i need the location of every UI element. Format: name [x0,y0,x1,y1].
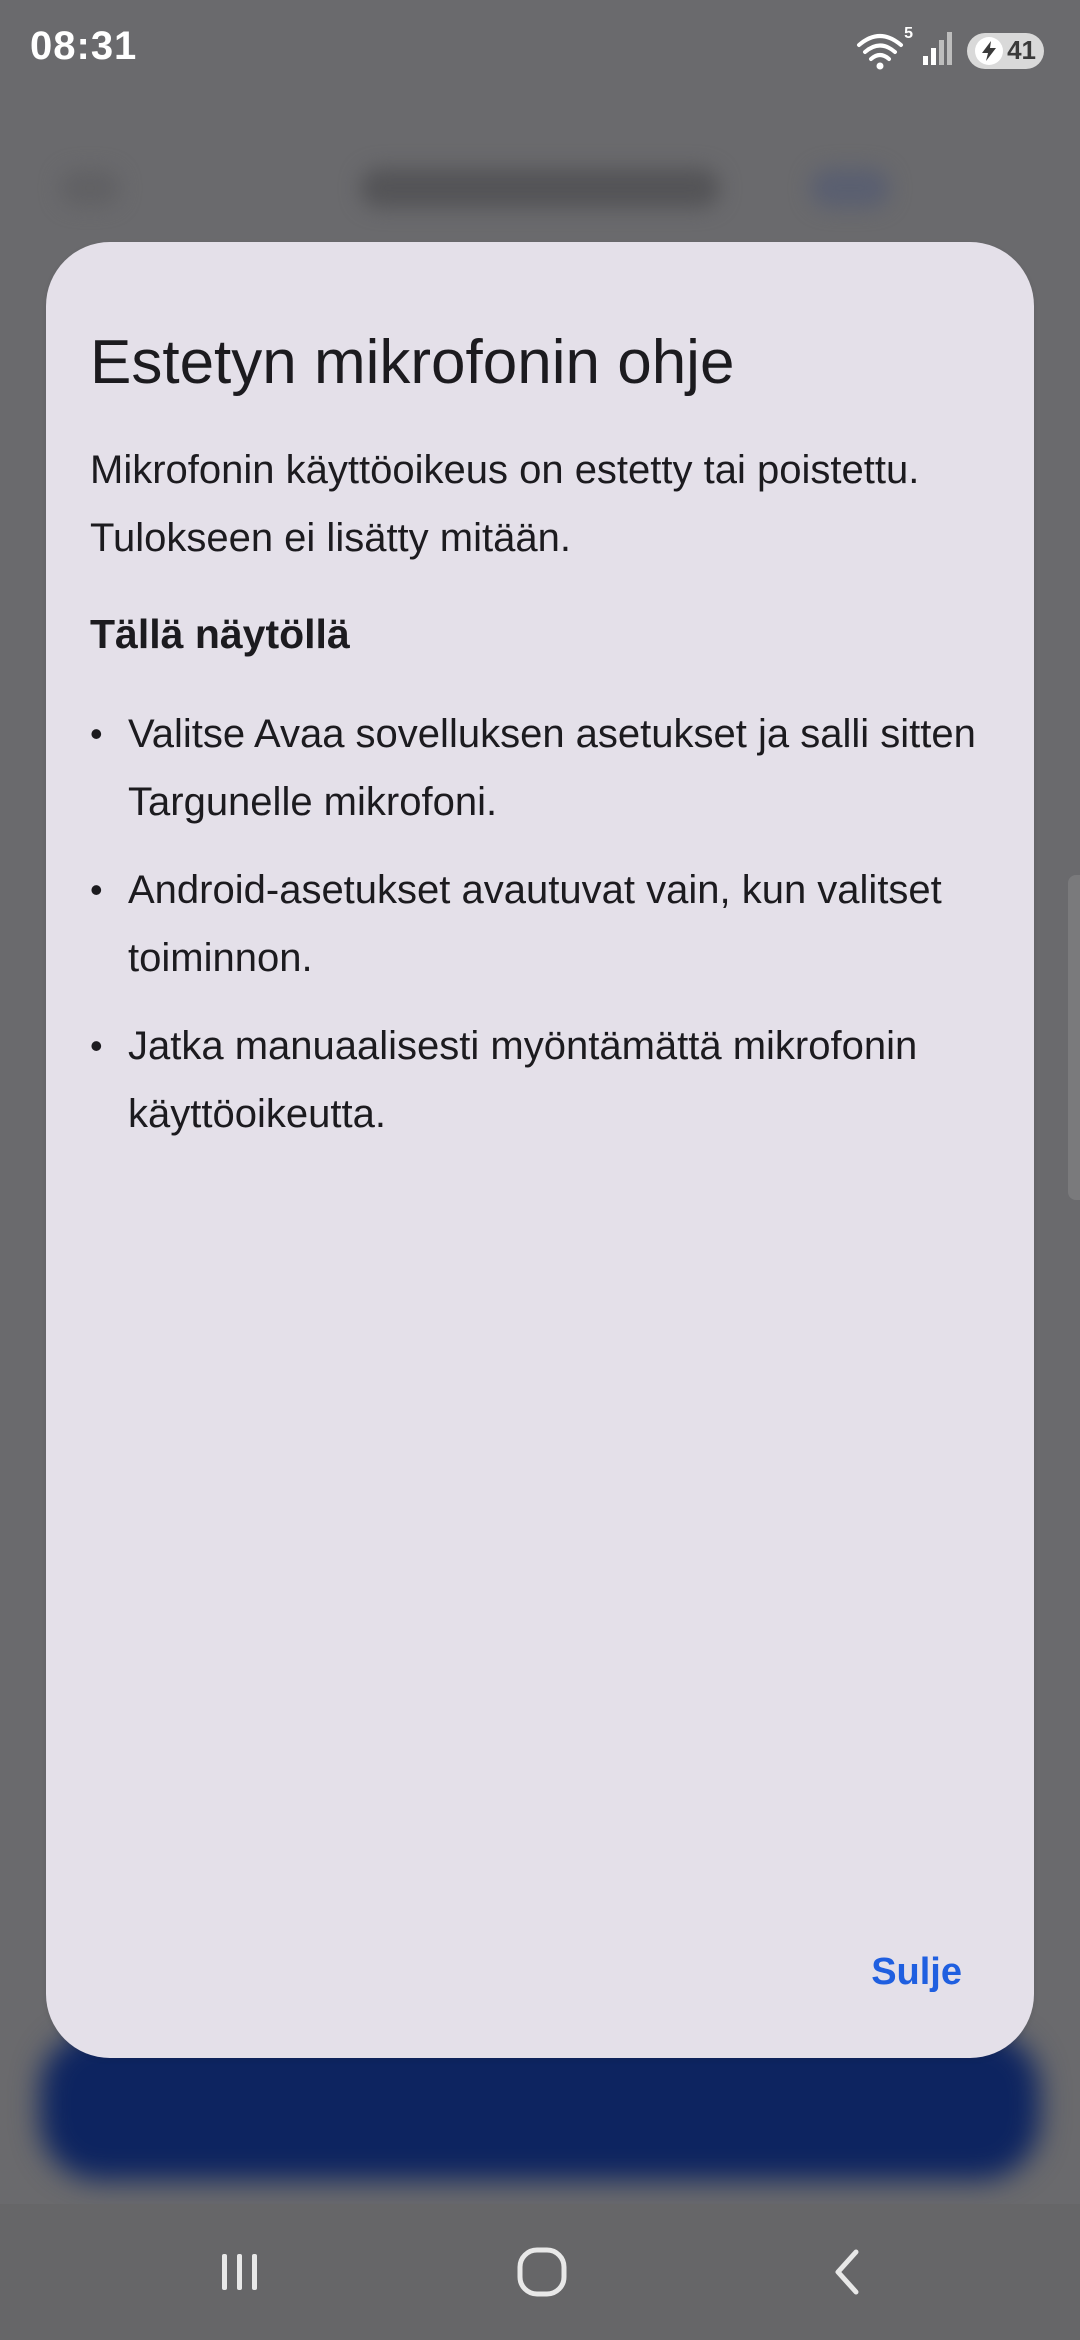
home-icon[interactable] [512,2242,572,2302]
list-item: • Jatka manuaalisesti myöntämättä mikrof… [90,1012,990,1148]
wifi-icon: 5 [855,25,913,71]
status-time: 08:31 [30,24,138,68]
scrollbar[interactable] [1068,875,1080,1200]
background-title [360,168,720,208]
close-button[interactable]: Sulje [871,1951,962,1994]
list-item: • Valitse Avaa sovelluksen asetukset ja … [90,700,990,836]
dialog-message: Mikrofonin käyttöoikeus on estetty tai p… [90,448,920,561]
bullet-dot: • [90,1024,103,1066]
charging-icon [975,36,1004,65]
background-back-control [60,170,120,206]
bullet-dot: • [90,868,103,910]
list-item: • Android-asetukset avautuvat vain, kun … [90,856,990,992]
bullet-dot: • [90,712,103,754]
back-icon[interactable] [816,2242,876,2302]
dialog-title: Estetyn mikrofonin ohje [90,328,735,397]
background-action [810,168,890,208]
navigation-bar [0,2204,1080,2340]
recent-apps-icon[interactable] [210,2242,270,2302]
status-bar: 08:31 5 41 [0,0,1080,100]
battery-icon: 41 [967,32,1044,69]
section-title: Tällä näytöllä [90,611,350,658]
signal-icon [921,30,955,71]
list-item-text: Android-asetukset avautuvat vain, kun va… [128,867,942,980]
wifi-badge: 5 [904,24,914,42]
status-icons: 5 41 [855,25,1044,71]
instruction-list: • Valitse Avaa sovelluksen asetukset ja … [90,700,990,1148]
list-item-text: Valitse Avaa sovelluksen asetukset ja sa… [128,711,976,824]
battery-level: 41 [1007,35,1036,65]
list-item-text: Jatka manuaalisesti myöntämättä mikrofon… [128,1023,918,1136]
permission-help-dialog: Estetyn mikrofonin ohje Mikrofonin käytt… [46,242,1034,2058]
